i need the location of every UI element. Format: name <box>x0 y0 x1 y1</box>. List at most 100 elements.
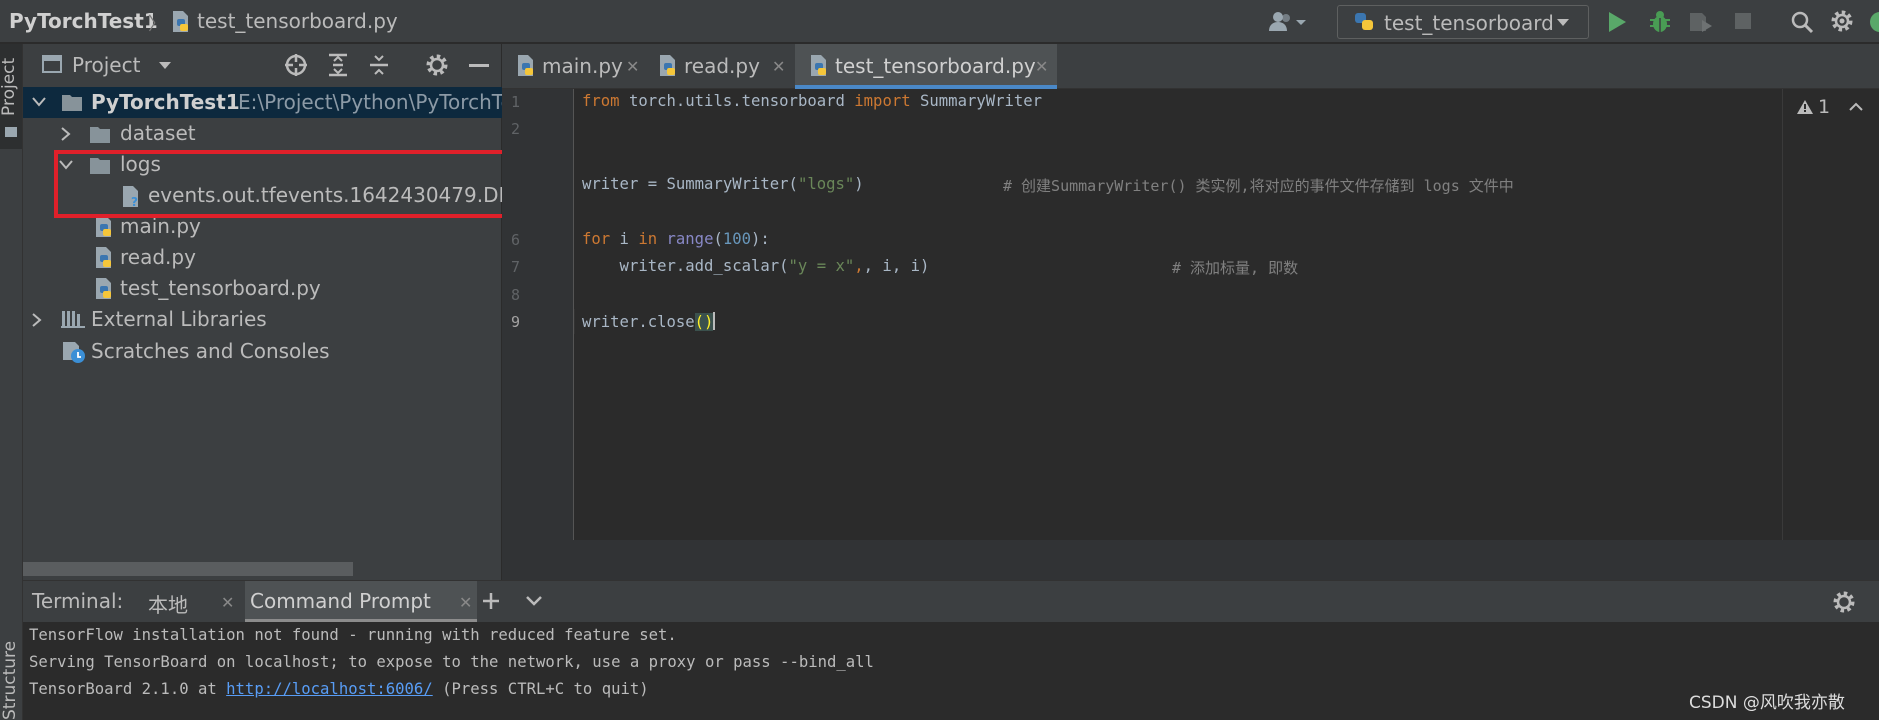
close-icon[interactable]: ✕ <box>459 593 472 612</box>
hide-panel-icon[interactable] <box>469 64 489 68</box>
run-with-coverage-icon[interactable] <box>1688 10 1714 34</box>
run-config-label: test_tensorboard <box>1384 11 1554 35</box>
tree-file-test-tensorboard-py[interactable]: test_tensorboard.py <box>23 273 502 304</box>
close-icon[interactable]: ✕ <box>772 57 785 76</box>
editor-tab-bar: main.py ✕ read.py ✕ test_tensorboard.py … <box>502 44 1879 89</box>
project-folder-icon <box>61 92 83 112</box>
navigation-bar: PyTorchTest1 〉 test_tensorboard.py test_… <box>0 0 1879 43</box>
tab-label: read.py <box>684 54 760 78</box>
tab-terminal-command-prompt[interactable]: Command Prompt ✕ <box>245 581 477 623</box>
root-path: E:\Project\Python\PyTorchTe <box>238 90 513 114</box>
close-icon[interactable]: ✕ <box>626 57 639 76</box>
expand-all-icon[interactable] <box>327 53 349 77</box>
tree-item-label: read.py <box>120 245 196 269</box>
run-configuration-selector[interactable]: test_tensorboard <box>1337 5 1589 39</box>
terminal-line: Serving TensorBoard on localhost; to exp… <box>29 653 874 671</box>
horizontal-scrollbar[interactable] <box>23 562 353 576</box>
python-file-icon <box>808 54 830 78</box>
warning-icon[interactable] <box>1796 99 1814 115</box>
debug-icon[interactable] <box>1648 10 1672 34</box>
python-file-icon <box>657 54 679 78</box>
project-panel: Project PyTorchTest1 E:\Project\Python\P… <box>23 44 537 580</box>
terminal-label: Terminal: <box>32 589 124 613</box>
chevron-down-icon <box>1556 18 1570 28</box>
line-number: 7 <box>511 258 521 276</box>
watermark: CSDN @风吹我亦散 <box>1689 693 1845 713</box>
tensorboard-url-link[interactable]: http://localhost:6006/ <box>226 680 433 698</box>
right-margin-guide <box>1782 89 1783 540</box>
close-icon[interactable]: ✕ <box>221 593 234 612</box>
project-tool-button[interactable]: Project <box>0 44 22 149</box>
chevron-down-icon[interactable] <box>525 595 543 607</box>
line-number: 8 <box>511 286 521 304</box>
project-tool-label: Project <box>0 57 19 116</box>
project-panel-header: Project <box>23 44 502 84</box>
collapse-all-icon[interactable] <box>368 53 390 77</box>
structure-tool-label[interactable]: Structure <box>0 641 20 720</box>
project-view-icon <box>42 55 62 73</box>
user-icon[interactable] <box>1268 10 1308 34</box>
terminal-line: TensorBoard 2.1.0 at http://localhost:60… <box>29 680 649 698</box>
stop-icon[interactable] <box>1734 12 1752 30</box>
breadcrumb-file[interactable]: test_tensorboard.py <box>197 9 398 33</box>
code-editor[interactable]: from torch.utils.tensorboard import Summ… <box>575 89 1879 540</box>
tree-item-label: External Libraries <box>91 307 267 331</box>
code-comment: # 添加标量, 即数 <box>1172 259 1299 277</box>
tree-scratches-consoles[interactable]: Scratches and Consoles <box>23 336 502 367</box>
tab-label: Command Prompt <box>250 589 431 613</box>
code-line-7: writer.add_scalar("y = x",, i, i) <box>582 257 930 275</box>
line-number: 6 <box>511 231 521 249</box>
libraries-icon <box>61 309 85 329</box>
breadcrumb-separator: 〉 <box>148 14 166 35</box>
chevron-down-icon <box>32 97 46 107</box>
annotation-highlight-box <box>54 150 516 218</box>
run-icon[interactable] <box>1607 11 1627 33</box>
ide-update-icon[interactable] <box>1868 10 1879 34</box>
terminal-header: Terminal: 本地 ✕ Command Prompt ✕ <box>23 580 1879 623</box>
locate-file-icon[interactable] <box>284 53 308 77</box>
code-comment: # 创建SummaryWriter() 类实例,将对应的事件文件存储到 logs… <box>1003 177 1514 195</box>
line-number-gutter: 1 2 6 7 8 9 <box>502 89 574 540</box>
python-file-icon <box>93 277 115 301</box>
chevron-right-icon <box>61 127 71 141</box>
settings-gear-icon[interactable] <box>1830 9 1854 33</box>
line-number: 1 <box>511 93 521 111</box>
tree-item-label: test_tensorboard.py <box>120 276 321 300</box>
scratches-icon <box>61 340 87 364</box>
tab-terminal-local[interactable]: 本地 ✕ <box>143 581 243 623</box>
tree-external-libraries[interactable]: External Libraries <box>23 304 502 335</box>
project-panel-title[interactable]: Project <box>72 53 140 77</box>
tree-folder-dataset[interactable]: dataset <box>23 118 502 149</box>
python-file-icon <box>170 10 192 34</box>
chevron-up-icon[interactable] <box>1849 102 1863 112</box>
tree-file-read-py[interactable]: read.py <box>23 242 502 273</box>
terminal-settings-gear-icon[interactable] <box>1832 590 1856 614</box>
root-name: PyTorchTest1 <box>91 90 240 114</box>
folder-icon <box>89 124 111 144</box>
code-line-6: for i in range(100): <box>582 230 770 248</box>
tab-main-py[interactable]: main.py ✕ <box>502 44 644 89</box>
line-number: 2 <box>511 120 521 138</box>
tree-root-project[interactable]: PyTorchTest1 E:\Project\Python\PyTorchTe <box>23 87 513 118</box>
left-tool-strip: Project Structure <box>0 44 23 720</box>
search-icon[interactable] <box>1790 10 1814 34</box>
terminal-output[interactable]: TensorFlow installation not found - runn… <box>23 622 1879 720</box>
python-file-icon <box>93 215 115 239</box>
tree-item-label: Scratches and Consoles <box>91 339 330 363</box>
panel-settings-gear-icon[interactable] <box>425 53 449 77</box>
breadcrumb-project[interactable]: PyTorchTest1 <box>9 9 158 33</box>
close-icon[interactable]: ✕ <box>1035 57 1048 76</box>
terminal-line: TensorFlow installation not found - runn… <box>29 626 677 644</box>
python-file-icon <box>93 246 115 270</box>
tree-item-label: dataset <box>120 121 196 145</box>
view-mode-chevron-down-icon[interactable] <box>158 61 172 71</box>
code-line-5: writer = SummaryWriter("logs") <box>582 175 864 193</box>
tab-test-tensorboard-py[interactable]: test_tensorboard.py ✕ <box>795 44 1057 89</box>
text-caret <box>713 312 716 330</box>
code-line-9: writer.close() <box>582 312 716 331</box>
chevron-right-icon <box>32 313 42 327</box>
tab-read-py[interactable]: read.py ✕ <box>644 44 794 89</box>
editor-empty-area <box>502 540 1879 580</box>
tab-label: 本地 <box>148 593 188 617</box>
add-icon[interactable] <box>481 591 501 611</box>
